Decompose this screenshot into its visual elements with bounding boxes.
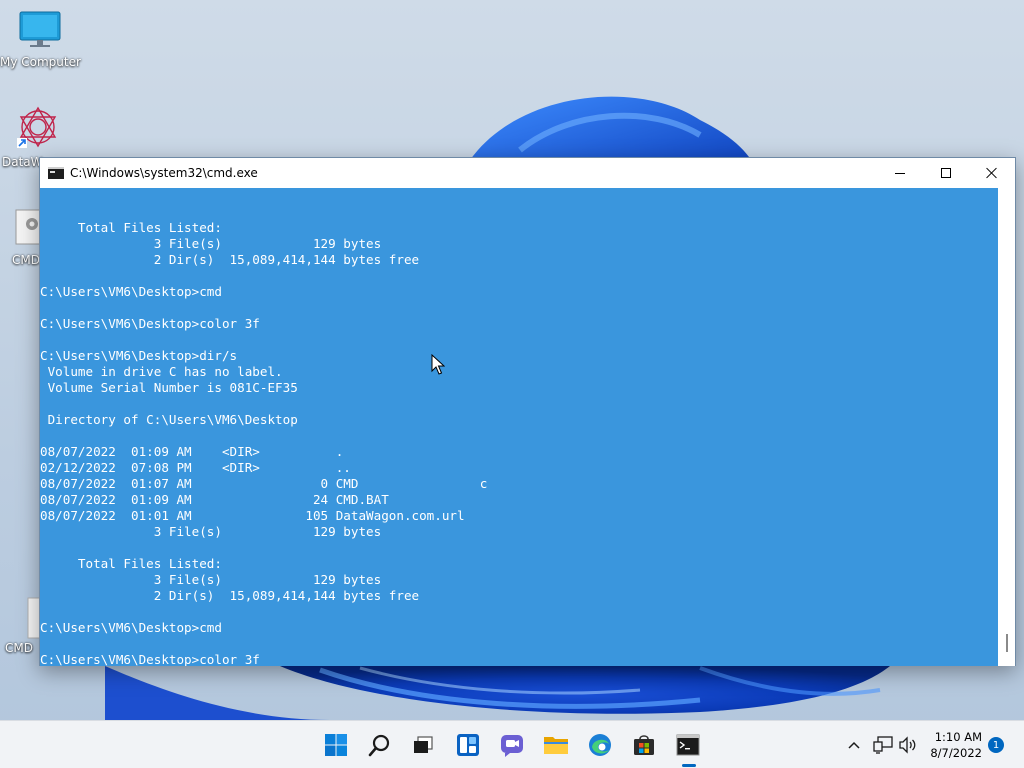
minimize-button[interactable] [877,158,923,188]
desktop-icon-label: My Computer [0,55,81,69]
taskbar-clock[interactable]: 1:10 AM 8/7/2022 [930,729,982,761]
console-line: C:\Users\VM6\Desktop>cmd [40,620,222,635]
cmd-window[interactable]: C:\Windows\system32\cmd.exe Total Files … [39,157,1016,666]
console-line: Volume Serial Number is 081C-EF35 [40,380,298,395]
search-button[interactable] [364,729,396,761]
chevron-up-icon [848,741,860,749]
console-line: C:\Users\VM6\Desktop>color 3f [40,316,260,331]
clock-date: 8/7/2022 [930,746,982,760]
notification-badge[interactable]: 1 [988,737,1004,753]
console-line: 08/07/2022 01:01 AM 105 DataWagon.com.ur… [40,508,465,523]
network-button[interactable] [873,721,893,768]
widgets-button[interactable] [452,729,484,761]
console-line: 08/07/2022 01:07 AM 0 CMD c [40,476,488,491]
console-line: Volume in drive C has no label. [40,364,283,379]
window-title: C:\Windows\system32\cmd.exe [70,166,258,180]
console-output[interactable]: Total Files Listed: 3 File(s) 129 bytes … [40,188,999,666]
vertical-scrollbar[interactable] [998,188,1015,666]
taskbar: 1:10 AM 8/7/2022 1 [0,720,1024,768]
close-icon [986,167,998,179]
task-view-button[interactable] [407,729,439,761]
edge-button[interactable] [584,729,616,761]
console-line: C:\Users\VM6\Desktop>cmd [40,284,222,299]
network-icon [873,736,893,754]
console-line: Total Files Listed: [40,556,222,571]
maximize-button[interactable] [923,158,969,188]
cmd-app-icon [48,167,64,179]
store-button[interactable] [628,729,660,761]
minimize-icon [895,172,905,174]
volume-button[interactable] [898,721,918,768]
console-line: 2 Dir(s) 15,089,414,144 bytes free [40,252,420,267]
file-explorer-icon [544,737,568,754]
start-button[interactable] [320,729,352,761]
maximize-icon [941,168,951,178]
console-line: 08/07/2022 01:09 AM <DIR> . [40,444,344,459]
start-icon [325,734,347,756]
file-explorer-button[interactable] [540,729,572,761]
chat-icon [501,735,523,757]
search-icon [368,734,390,757]
edge-icon [589,734,611,756]
console-line: 02/12/2022 07:08 PM <DIR> .. [40,460,351,475]
console-line: C:\Users\VM6\Desktop>color 3f [40,652,260,666]
active-app-indicator [682,764,696,767]
show-hidden-icons-button[interactable] [846,721,862,768]
clock-time: 1:10 AM [934,730,982,744]
speaker-icon [899,736,916,754]
console-line: Directory of C:\Users\VM6\Desktop [40,412,298,427]
store-icon [634,735,654,755]
console-line: 3 File(s) 129 bytes [40,572,382,587]
cmd-taskbar-button[interactable] [672,729,704,761]
console-line: 3 File(s) 129 bytes [40,236,382,251]
console-line: 2 Dir(s) 15,089,414,144 bytes free [40,588,420,603]
cmd-icon [676,734,700,756]
window-titlebar[interactable]: C:\Windows\system32\cmd.exe [40,158,1015,188]
mouse-pointer-icon [431,353,446,380]
monitor-icon [0,10,80,53]
console-line: 08/07/2022 01:09 AM 24 CMD.BAT [40,492,389,507]
console-line: 3 File(s) 129 bytes [40,524,382,539]
chat-button[interactable] [496,729,528,761]
close-button[interactable] [969,158,1015,188]
datawagon-logo-icon [0,104,78,153]
console-line: Total Files Listed: [40,220,222,235]
scrollbar-thumb[interactable] [1006,634,1008,652]
task-view-icon [414,736,433,753]
console-text: Total Files Listed: 3 File(s) 129 bytes … [40,204,999,666]
console-line: C:\Users\VM6\Desktop>dir/s [40,348,238,363]
widgets-icon [457,734,479,756]
desktop-icon-my-computer[interactable]: My Computer [0,10,81,69]
